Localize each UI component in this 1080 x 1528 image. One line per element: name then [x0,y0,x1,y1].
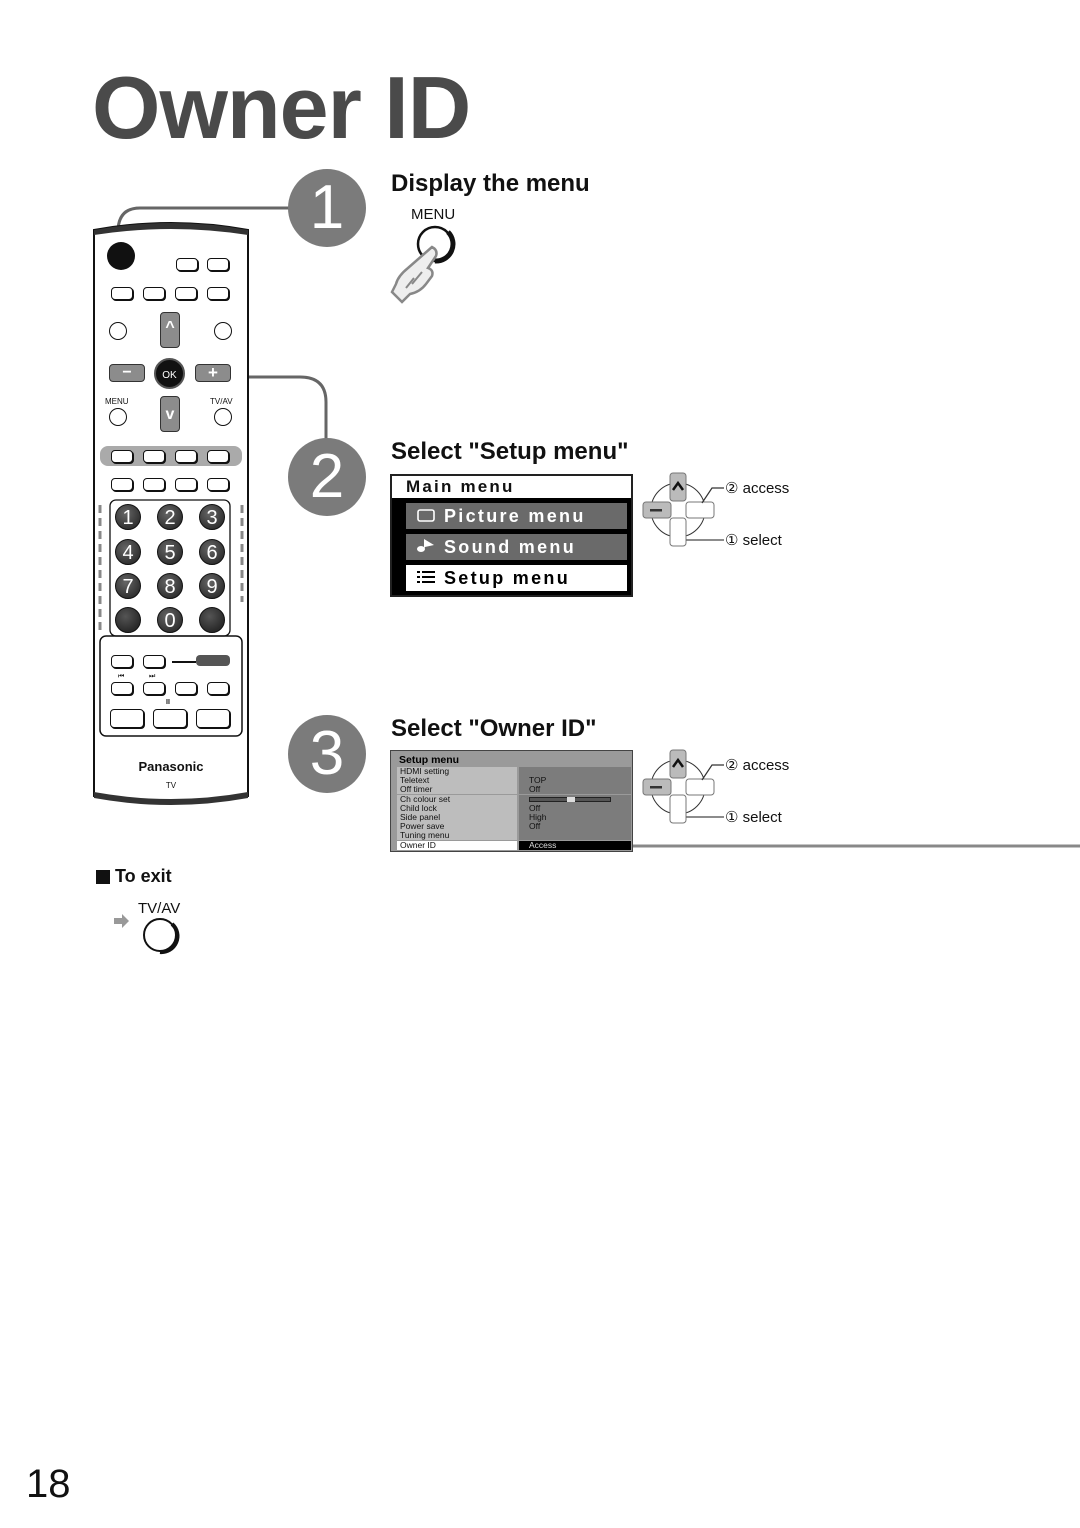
step-3-title: Select "Owner ID" [391,715,597,742]
remote-button[interactable] [207,682,229,695]
number-button-2[interactable]: 2 [157,504,183,530]
number-button-6[interactable]: 6 [199,539,225,565]
setup-row-hdmi[interactable]: HDMI setting [397,767,631,776]
ok-button[interactable]: OK [154,358,185,389]
remote-button[interactable] [207,287,229,300]
menu-label: MENU [105,397,129,406]
number-button-1[interactable]: 1 [115,504,141,530]
exit-diagram [114,914,180,955]
setup-menu-osd: Setup menu HDMI setting Teletext TOP Off … [390,750,633,852]
remote-button[interactable] [207,478,229,491]
remote-button[interactable] [111,655,133,668]
remote-round-button[interactable] [214,322,232,340]
sound-icon [416,534,436,560]
exit-heading: To exit [115,866,172,886]
forward-button[interactable] [143,682,165,695]
bullet-square-icon [96,870,110,884]
menu-item-picture[interactable]: Picture menu [406,503,627,529]
up-button[interactable]: ^ [160,312,180,348]
step-3-badge: 3 [288,715,366,793]
dpad-access-label: ② access [725,757,790,774]
dpad-diagram-step2: ② access ① select [640,470,800,560]
remote-button[interactable] [110,709,144,728]
menu-item-sound[interactable]: Sound menu [406,534,627,560]
remote-round-button[interactable] [109,322,127,340]
step-1-title: Display the menu [391,170,590,197]
number-button-0[interactable]: 0 [157,607,183,633]
number-button-4[interactable]: 4 [115,539,141,565]
menu-button-label: MENU [411,206,456,223]
minus-button[interactable]: − [109,364,145,382]
brand-logo: Panasonic [138,759,204,774]
switch-slider[interactable] [196,655,230,666]
color-button[interactable] [207,450,229,463]
page-number: 18 [26,1462,71,1506]
dpad-select-label: ① select [725,809,782,826]
plus-button[interactable]: + [195,364,231,382]
rewind-icon: ⏮ [118,673,125,680]
remote-button[interactable] [175,478,197,491]
remote-button[interactable] [143,287,165,300]
remote-button[interactable] [176,258,198,271]
remote-button[interactable] [143,478,165,491]
remote-button[interactable] [175,287,197,300]
setup-row-teletext[interactable]: Teletext TOP [397,776,631,786]
hand-pressing-menu-icon [390,225,456,304]
remote-button[interactable] [175,682,197,695]
model-label: TV [165,781,177,790]
remote-button[interactable] [111,287,133,300]
picture-icon [416,503,436,529]
colour-slider-track[interactable] [529,796,611,802]
number-button-5[interactable]: 5 [157,539,183,565]
main-menu-osd: Main menu Picture menu Sound menu Setup … [390,474,633,597]
number-button-9[interactable]: 9 [199,573,225,599]
step-2-title: Select "Setup menu" [391,438,629,465]
setup-menu-header: Setup menu [399,754,460,766]
number-button-8[interactable]: 8 [157,573,183,599]
color-button[interactable] [143,450,165,463]
dpad-select-label: ① select [725,532,782,549]
pause-icon: II [166,699,170,706]
dpad-diagram-step3: ② access ① select [640,747,800,837]
arrow-right-icon [114,914,129,928]
pause-button[interactable] [153,709,187,728]
number-button-3[interactable]: 3 [199,504,225,530]
tvav-button[interactable] [214,408,232,426]
menu-item-setup[interactable]: Setup menu [406,565,627,591]
forward-icon: ⏭ [149,673,156,680]
setup-list-icon [416,565,436,591]
step-1-badge: 1 [288,169,366,247]
remote-button[interactable] [143,655,165,668]
tvav-label: TV/AV [210,397,233,406]
number-button-7[interactable]: 7 [115,573,141,599]
remote-dark-button[interactable] [115,607,141,633]
rewind-button[interactable] [111,682,133,695]
color-button[interactable] [175,450,197,463]
remote-dark-button[interactable] [199,607,225,633]
remote-control: ^ − OK + MENU v TV/AV 1 2 3 4 5 6 7 8 9 … [92,220,250,808]
remote-button[interactable] [207,258,229,271]
colour-slider-thumb[interactable] [567,796,575,802]
remote-button[interactable] [196,709,230,728]
dpad-access-label: ② access [725,480,790,497]
color-button[interactable] [111,450,133,463]
main-menu-header: Main menu [392,476,631,498]
setup-row-owner-id[interactable]: Owner ID Access [397,840,631,850]
step-2-badge: 2 [288,438,366,516]
remote-button[interactable] [111,478,133,491]
down-button[interactable]: v [160,396,180,432]
power-button[interactable] [107,242,135,270]
menu-button[interactable] [109,408,127,426]
divider [172,661,196,663]
